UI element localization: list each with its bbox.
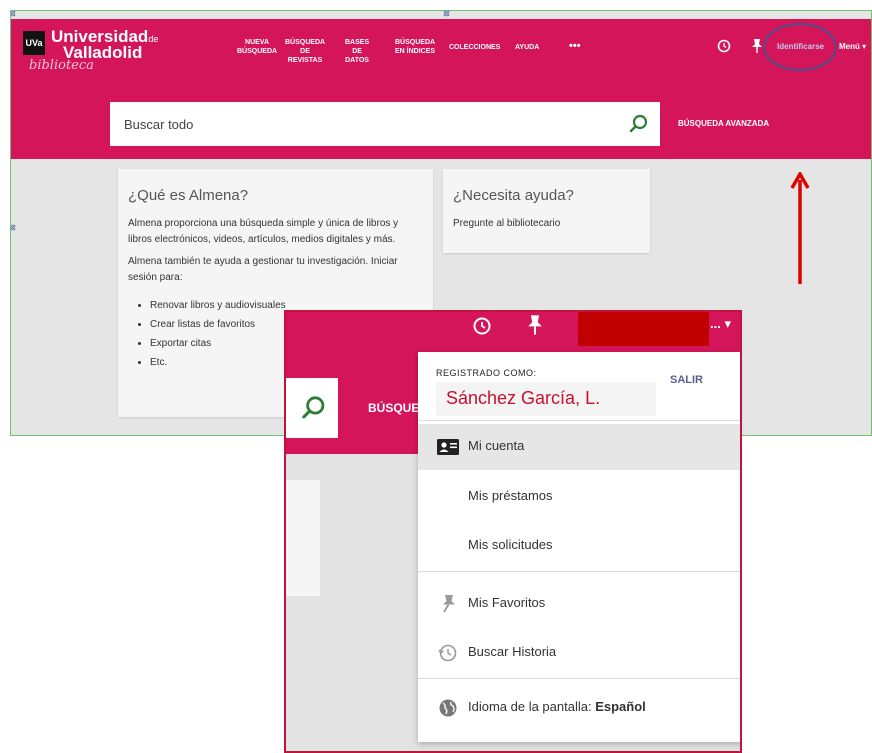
advanced-search-link[interactable]: BÚSQUE — [368, 401, 419, 415]
globe-icon — [439, 699, 457, 717]
zoomed-account-menu-screenshot: ... ▾ BÚSQUE REGISTRADO COMO: Sánchez Ga… — [284, 310, 742, 753]
card-text: Almena proporciona una búsqueda simple y… — [128, 218, 399, 245]
card-text: Almena también te ayuda a gestionar tu i… — [128, 256, 398, 283]
language-label: Idioma de la pantalla: Español — [468, 699, 646, 714]
card-title: ¿Qué es Almena? — [128, 187, 249, 204]
need-help-card: ¿Necesita ayuda? Pregunte al bibliotecar… — [443, 169, 650, 253]
menu-item-label: Buscar Historia — [468, 644, 557, 659]
search-bar — [110, 102, 660, 146]
history-icon[interactable] — [472, 316, 492, 336]
history-icon — [438, 644, 457, 662]
menu-button[interactable]: Menú ▾ — [839, 42, 866, 51]
user-name: Sánchez García, L. — [446, 388, 601, 408]
nav-databases[interactable]: BASES DE DATOS — [345, 38, 369, 65]
divider — [418, 571, 740, 572]
selection-handle-icon: ⊠ — [11, 223, 16, 232]
card-title: ¿Necesita ayuda? — [453, 187, 574, 204]
ask-librarian-link[interactable]: Pregunte al bibliotecario — [453, 216, 640, 232]
pin-icon — [443, 595, 455, 613]
selection-handle-icon: ⊠ — [11, 11, 16, 18]
selection-handle-icon: ⊠ — [443, 10, 450, 18]
redacted-username — [578, 312, 709, 346]
menu-item-label: Mis préstamos — [468, 488, 553, 503]
language-selector[interactable]: Idioma de la pantalla: Español — [418, 685, 740, 731]
menu-item-label: Mis solicitudes — [468, 537, 553, 552]
menu-item-my-loans[interactable]: Mis préstamos — [418, 474, 740, 520]
logo-library: biblioteca — [29, 58, 94, 73]
language-value: Español — [595, 699, 646, 714]
advanced-search-link[interactable]: BÚSQUEDA AVANZADA — [678, 119, 769, 128]
menu-item-search-history[interactable]: Buscar Historia — [418, 630, 740, 676]
uva-badge: UVa — [23, 31, 45, 55]
nav-journal-search[interactable]: BÚSQUEDA DE REVISTAS — [285, 38, 325, 65]
menu-item-label: Mi cuenta — [468, 438, 525, 453]
zoomed-search-box — [286, 378, 338, 438]
divider — [418, 678, 740, 679]
menu-more-button[interactable]: ... ▾ — [710, 316, 731, 332]
search-icon[interactable] — [628, 113, 650, 135]
nav-new-search[interactable]: NUEVA BÚSQUEDA — [237, 38, 277, 56]
id-card-icon — [437, 439, 459, 455]
history-icon[interactable] — [717, 39, 731, 53]
nav-collections[interactable]: COLECCIONES — [449, 43, 500, 52]
annotation-arrow-icon — [790, 172, 810, 284]
search-icon[interactable] — [300, 394, 328, 422]
search-input[interactable] — [110, 102, 620, 146]
registered-as-label: REGISTRADO COMO: — [436, 368, 537, 378]
card-fragment — [286, 480, 320, 596]
account-dropdown: REGISTRADO COMO: Sánchez García, L. SALI… — [418, 352, 740, 742]
university-logo[interactable]: UVa Universidadde Valladolid biblioteca — [23, 27, 163, 73]
menu-item-my-account[interactable]: Mi cuenta — [418, 424, 740, 470]
pin-icon[interactable] — [526, 314, 544, 336]
menu-item-favorites[interactable]: Mis Favoritos — [418, 581, 740, 627]
sign-in-link[interactable]: Identificarse — [777, 42, 824, 51]
nav-help[interactable]: AYUDA — [515, 43, 539, 52]
pin-icon[interactable] — [751, 38, 763, 54]
site-header: UVa Universidadde Valladolid biblioteca … — [11, 19, 871, 159]
menu-item-label: Mis Favoritos — [468, 595, 546, 610]
nav-more-button[interactable]: ••• — [569, 40, 581, 52]
divider — [418, 420, 740, 421]
menu-item-my-requests[interactable]: Mis solicitudes — [418, 523, 740, 569]
nav-index-search[interactable]: BÚSQUEDA EN ÍNDICES — [395, 38, 435, 56]
logout-button[interactable]: SALIR — [670, 374, 703, 386]
